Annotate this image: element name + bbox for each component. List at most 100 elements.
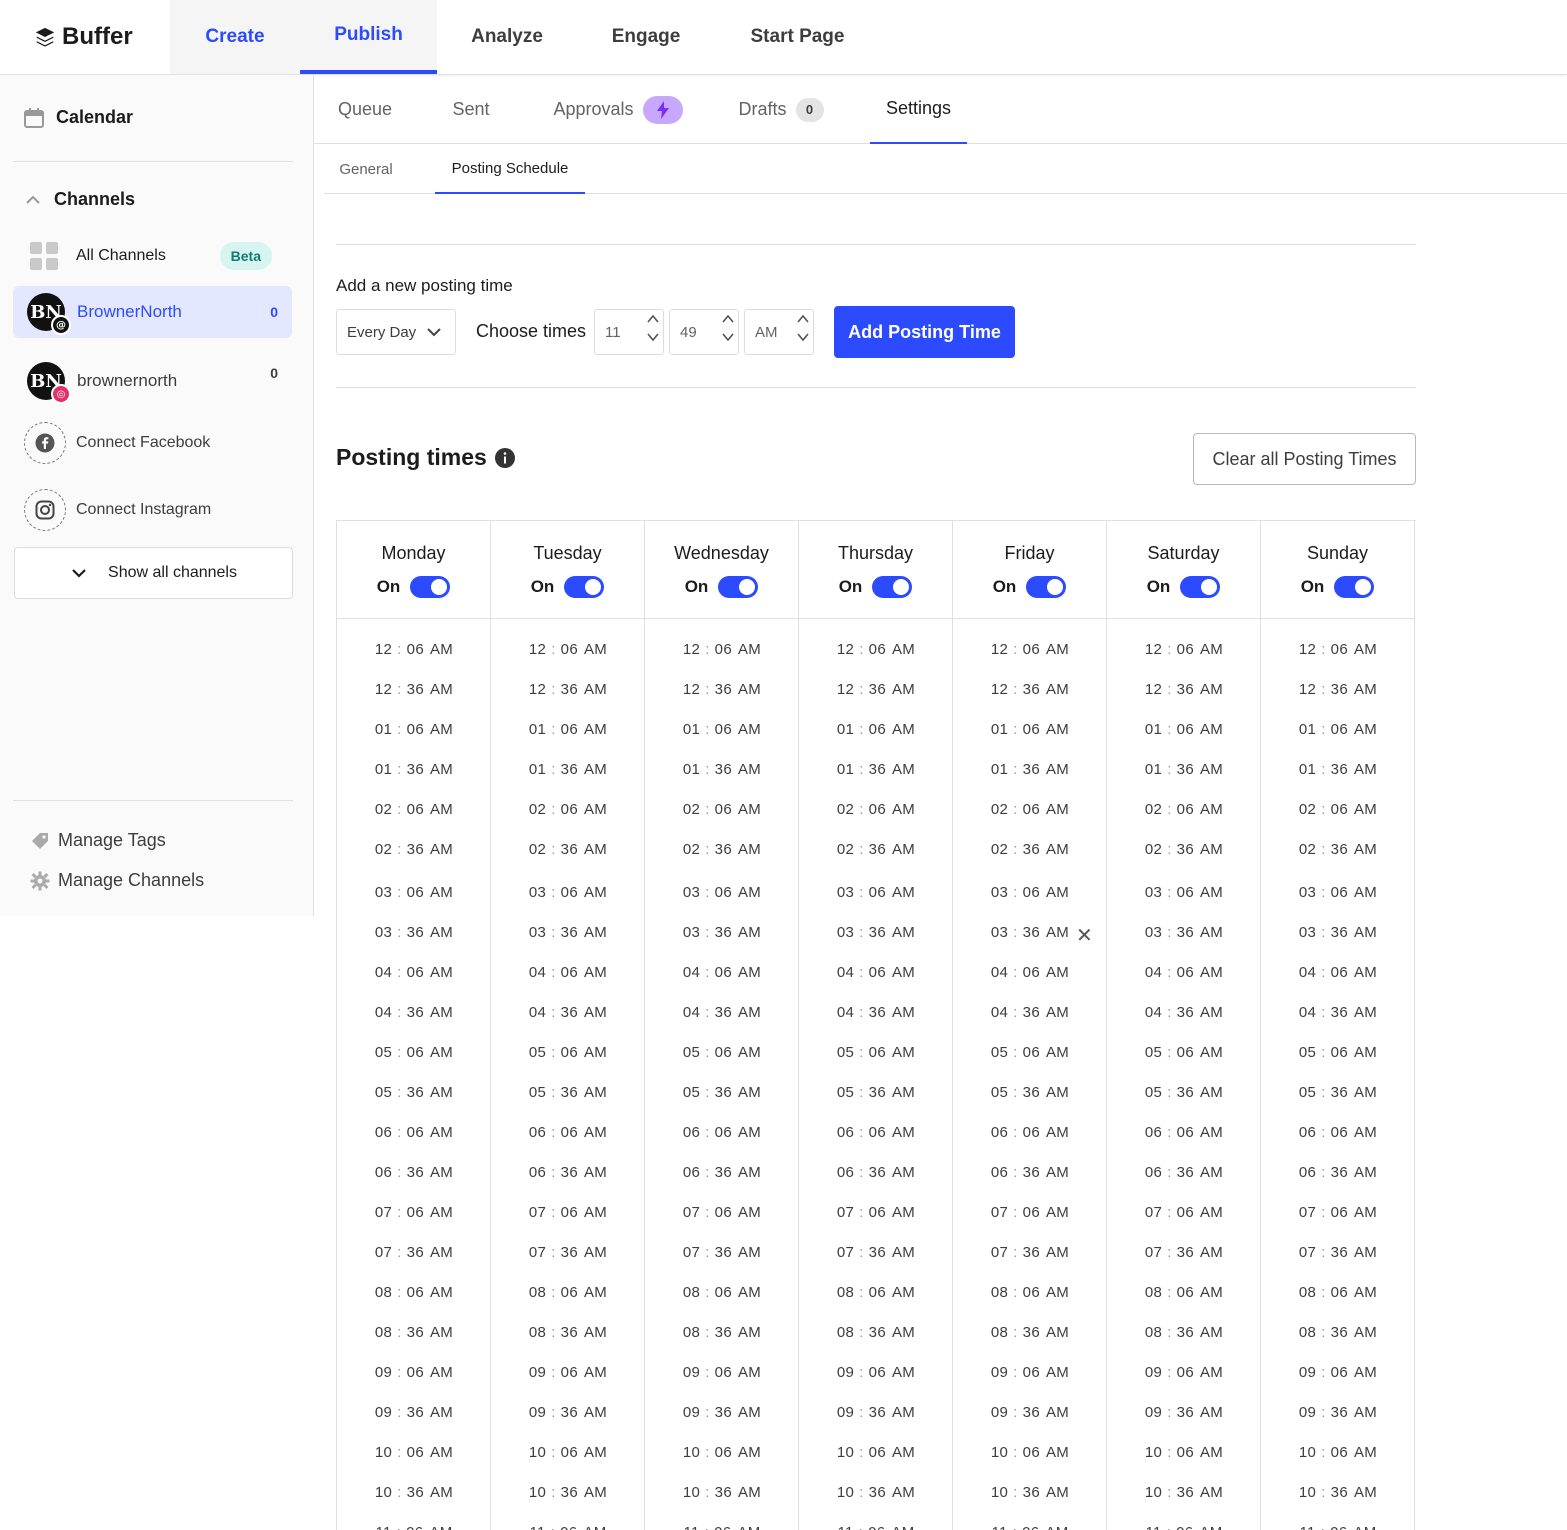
posting-time[interactable]: 12:36 AM — [337, 681, 491, 698]
posting-time[interactable]: 05:06 AM — [953, 1044, 1107, 1061]
day-toggle-switch[interactable] — [410, 576, 451, 598]
sidebar-item-brownernorth-instagram[interactable]: BN ◎ brownernorth 0 — [13, 355, 292, 407]
posting-time[interactable]: 09:06 AM — [799, 1364, 953, 1381]
posting-time[interactable]: 05:36 AM — [953, 1084, 1107, 1101]
posting-time[interactable]: 12:36 AM — [1107, 681, 1261, 698]
posting-time[interactable]: 04:36 AM — [799, 1004, 953, 1021]
posting-time[interactable]: 11:06AM — [953, 1524, 1107, 1530]
day-toggle-switch[interactable] — [1180, 576, 1221, 598]
posting-time[interactable]: 02:36 AM — [337, 841, 491, 858]
posting-time[interactable]: 07:06 AM — [1107, 1204, 1261, 1221]
posting-time[interactable]: 06:36 AM — [953, 1164, 1107, 1181]
posting-time[interactable]: 07:06 AM — [799, 1204, 953, 1221]
posting-time[interactable]: 01:06 AM — [1261, 721, 1415, 738]
posting-time[interactable]: 05:36 AM — [799, 1084, 953, 1101]
posting-time[interactable]: 06:06 AM — [645, 1124, 799, 1141]
posting-time[interactable]: 06:06 AM — [799, 1124, 953, 1141]
posting-time[interactable]: 03:06 AM — [491, 884, 645, 901]
subtab-posting-schedule[interactable]: Posting Schedule — [435, 144, 585, 194]
posting-time[interactable]: 10:36 AM — [799, 1484, 953, 1501]
posting-time[interactable]: 01:36 AM — [1107, 761, 1261, 778]
tab-drafts[interactable]: Drafts 0 — [726, 75, 836, 144]
nav-analyze[interactable]: Analyze — [437, 0, 577, 74]
posting-time[interactable]: 08:36 AM — [337, 1324, 491, 1341]
posting-time[interactable]: 02:06 AM — [799, 801, 953, 818]
tab-sent[interactable]: Sent — [438, 75, 504, 144]
posting-time[interactable]: 08:36 AM — [491, 1324, 645, 1341]
posting-time[interactable]: 10:36 AM — [645, 1484, 799, 1501]
posting-time[interactable]: 11:06AM — [645, 1524, 799, 1530]
posting-time[interactable]: 02:06 AM — [1107, 801, 1261, 818]
posting-time[interactable]: 04:06 AM — [1107, 964, 1261, 981]
posting-time[interactable]: 10:36 AM — [1261, 1484, 1415, 1501]
spin-up-icon[interactable] — [721, 313, 735, 325]
posting-time[interactable]: 07:36 AM — [1107, 1244, 1261, 1261]
spin-down-icon[interactable] — [646, 331, 660, 343]
posting-time[interactable]: 07:36 AM — [337, 1244, 491, 1261]
day-select[interactable]: Every Day — [336, 309, 456, 355]
posting-time[interactable]: 08:36 AM — [953, 1324, 1107, 1341]
posting-time[interactable]: 03:36 AM — [1107, 924, 1261, 941]
day-toggle-switch[interactable] — [564, 576, 605, 598]
posting-time[interactable]: 11:06AM — [799, 1524, 953, 1530]
posting-time[interactable]: 11:06AM — [1107, 1524, 1261, 1530]
posting-time[interactable]: 09:36 AM — [1261, 1404, 1415, 1421]
posting-time[interactable]: 08:36 AM — [1261, 1324, 1415, 1341]
posting-time[interactable]: 02:36 AM — [1261, 841, 1415, 858]
remove-time-icon[interactable]: ✕ — [1076, 923, 1093, 948]
posting-time[interactable]: 01:06 AM — [1107, 721, 1261, 738]
posting-time[interactable]: 01:06 AM — [645, 721, 799, 738]
posting-time[interactable]: 03:36 AM — [337, 924, 491, 941]
posting-time[interactable]: 10:06 AM — [337, 1444, 491, 1461]
posting-time[interactable]: 11:06AM — [1261, 1524, 1415, 1530]
posting-time[interactable]: 12:06 AM — [491, 641, 645, 658]
posting-time[interactable]: 12:06 AM — [1261, 641, 1415, 658]
posting-time[interactable]: 10:36 AM — [1107, 1484, 1261, 1501]
spin-down-icon[interactable] — [796, 331, 810, 343]
posting-time[interactable]: 02:36 AM — [799, 841, 953, 858]
posting-time[interactable]: 07:36 AM — [491, 1244, 645, 1261]
posting-time[interactable]: 12:36 AM — [1261, 681, 1415, 698]
posting-time[interactable]: 09:06 AM — [337, 1364, 491, 1381]
posting-time[interactable]: 04:36 AM — [1261, 1004, 1415, 1021]
manage-channels-link[interactable]: Manage Channels — [30, 870, 204, 891]
posting-time[interactable]: 09:06 AM — [1261, 1364, 1415, 1381]
posting-time[interactable]: 10:06 AM — [491, 1444, 645, 1461]
posting-time[interactable]: 04:36 AM — [953, 1004, 1107, 1021]
posting-time[interactable]: 11:06AM — [491, 1524, 645, 1530]
posting-time[interactable]: 08:06 AM — [799, 1284, 953, 1301]
posting-time[interactable]: 12:36 AM — [645, 681, 799, 698]
show-all-channels-button[interactable]: Show all channels — [14, 547, 293, 599]
posting-time[interactable]: 06:06 AM — [337, 1124, 491, 1141]
spin-up-icon[interactable] — [646, 313, 660, 325]
posting-time[interactable]: 05:06 AM — [1261, 1044, 1415, 1061]
posting-time[interactable]: 09:36 AM — [799, 1404, 953, 1421]
posting-time[interactable]: 06:06 AM — [491, 1124, 645, 1141]
posting-time[interactable]: 07:06 AM — [1261, 1204, 1415, 1221]
posting-time[interactable]: 04:36 AM — [337, 1004, 491, 1021]
posting-time[interactable]: 11:06AM — [337, 1524, 491, 1530]
minute-input[interactable]: 49 — [669, 309, 739, 355]
day-toggle-switch[interactable] — [1334, 576, 1375, 598]
posting-time[interactable]: 03:06 AM — [337, 884, 491, 901]
posting-time[interactable]: 06:36 AM — [1107, 1164, 1261, 1181]
posting-time[interactable]: 06:06 AM — [1107, 1124, 1261, 1141]
posting-time[interactable]: 04:06 AM — [1261, 964, 1415, 981]
channels-toggle[interactable]: Channels — [24, 189, 135, 210]
posting-time[interactable]: 04:36 AM — [1107, 1004, 1261, 1021]
tab-settings[interactable]: Settings — [870, 75, 967, 144]
posting-time[interactable]: 07:36 AM — [953, 1244, 1107, 1261]
posting-time[interactable]: 09:36 AM — [953, 1404, 1107, 1421]
ampm-input[interactable]: AM — [744, 309, 814, 355]
posting-time[interactable]: 02:06 AM — [953, 801, 1107, 818]
posting-time[interactable]: 10:06 AM — [1261, 1444, 1415, 1461]
day-toggle-switch[interactable] — [872, 576, 913, 598]
posting-time[interactable]: 10:36 AM — [337, 1484, 491, 1501]
posting-time[interactable]: 03:06 AM — [799, 884, 953, 901]
posting-time[interactable]: 07:06 AM — [645, 1204, 799, 1221]
posting-time[interactable]: 08:36 AM — [645, 1324, 799, 1341]
posting-time[interactable]: 03:06 AM — [1261, 884, 1415, 901]
sidebar-item-all-channels[interactable]: All Channels Beta — [13, 230, 292, 282]
posting-time[interactable]: 06:06 AM — [1261, 1124, 1415, 1141]
posting-time[interactable]: 10:06 AM — [953, 1444, 1107, 1461]
